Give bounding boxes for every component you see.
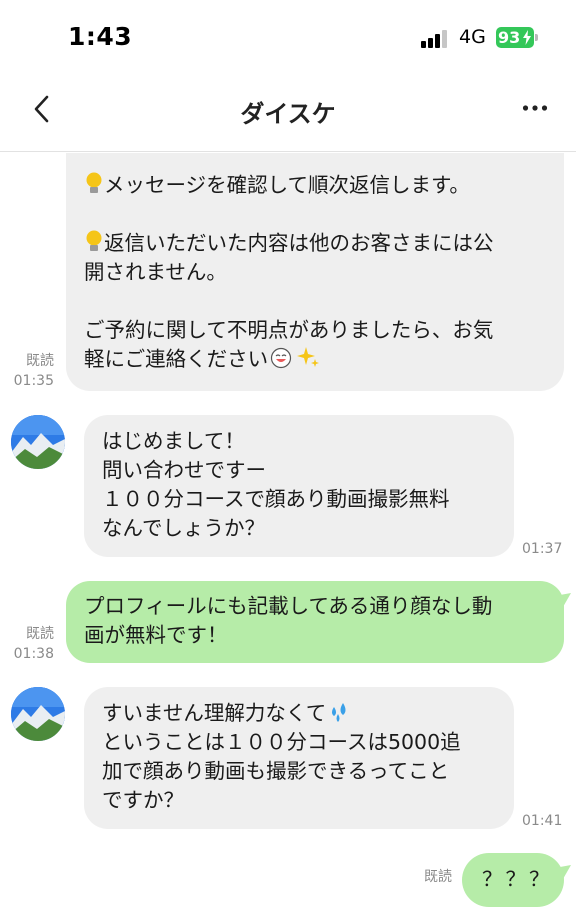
message-time: 01:41 [522, 813, 563, 829]
avatar-image [11, 687, 65, 741]
light-bulb-icon [86, 230, 102, 251]
message-line: １００分コースで顔あり動画撮影無料 [102, 487, 450, 511]
received-message-bubble[interactable]: はじめまして！ 問い合わせですー １００分コースで顔あり動画撮影無料 なんでしょ… [84, 415, 514, 557]
message-line: プロフィールにも記載してある通り顔なし動 [84, 594, 493, 618]
light-bulb-icon [86, 172, 102, 193]
message-line: 軽にご連絡ください [84, 345, 564, 374]
contact-avatar[interactable] [11, 415, 65, 469]
more-dots-icon[interactable] [522, 104, 548, 112]
message-spacer [84, 287, 564, 316]
contact-avatar[interactable] [11, 687, 65, 741]
message-status: 既読 01:35 [8, 351, 54, 391]
message-line: 返信いただいた内容は他のお客さまには公 [84, 229, 564, 258]
read-receipt: 既読 [26, 353, 54, 369]
sparkles-icon [297, 347, 320, 367]
charging-bolt-icon [523, 30, 531, 45]
message-line: ということは１００分コースは5000追 [102, 730, 461, 754]
chat-title: ダイスケ [240, 100, 336, 128]
network-type: 4G [459, 26, 486, 48]
bubble-tail [560, 865, 571, 879]
message-line: なんでしょうか？ [102, 516, 265, 540]
message-line: 画が無料です！ [84, 623, 228, 647]
message-spacer [84, 200, 564, 229]
battery-icon: 93 [496, 27, 534, 48]
bubble-tail [560, 593, 571, 607]
message-line: すいません理解力なくて [102, 699, 514, 728]
read-receipt: 既読 [26, 626, 54, 642]
battery-level: 93 [498, 28, 521, 47]
message-line: ？？？ [482, 867, 553, 891]
message-line: はじめまして！ [102, 429, 245, 453]
message-line: ですか？ [102, 788, 184, 812]
battery-tip [535, 34, 538, 41]
message-time: 01:35 [13, 373, 54, 389]
grinning-emoji-icon [270, 347, 292, 369]
received-message-bubble[interactable]: すいません理解力なくて ということは１００分コースは5000追 加で顔あり動画も… [84, 687, 514, 829]
message-time: 01:37 [522, 541, 563, 557]
sweat-droplets-icon [332, 703, 346, 722]
avatar-image [11, 415, 65, 469]
message-status: 既読 01:38 [8, 624, 54, 664]
status-time: 1:43 [68, 22, 133, 51]
sent-message-bubble[interactable]: メッセージを確認して順次返信します。 返信いただいた内容は他のお客さまには公 開… [66, 153, 564, 391]
signal-strength-icon [421, 30, 451, 48]
message-line: メッセージを確認して順次返信します。 [84, 171, 564, 200]
sent-message-bubble[interactable]: ？？？ [462, 853, 564, 907]
message-list[interactable]: メッセージを確認して順次返信します。 返信いただいた内容は他のお客さまには公 開… [0, 153, 576, 910]
sent-message-bubble[interactable]: プロフィールにも記載してある通り顔なし動 画が無料です！ [66, 581, 564, 663]
message-line: ご予約に関して不明点がありましたら、お気 [84, 318, 494, 342]
chat-header: ダイスケ [0, 76, 576, 152]
read-receipt: 既読 [424, 869, 452, 885]
message-line: 問い合わせですー [102, 458, 266, 482]
message-line: 加で顔あり動画も撮影できるってこと [102, 759, 450, 783]
message-line: 開されません。 [84, 260, 227, 284]
status-bar: 1:43 4G 93 [0, 0, 576, 76]
message-time: 01:38 [13, 646, 54, 662]
